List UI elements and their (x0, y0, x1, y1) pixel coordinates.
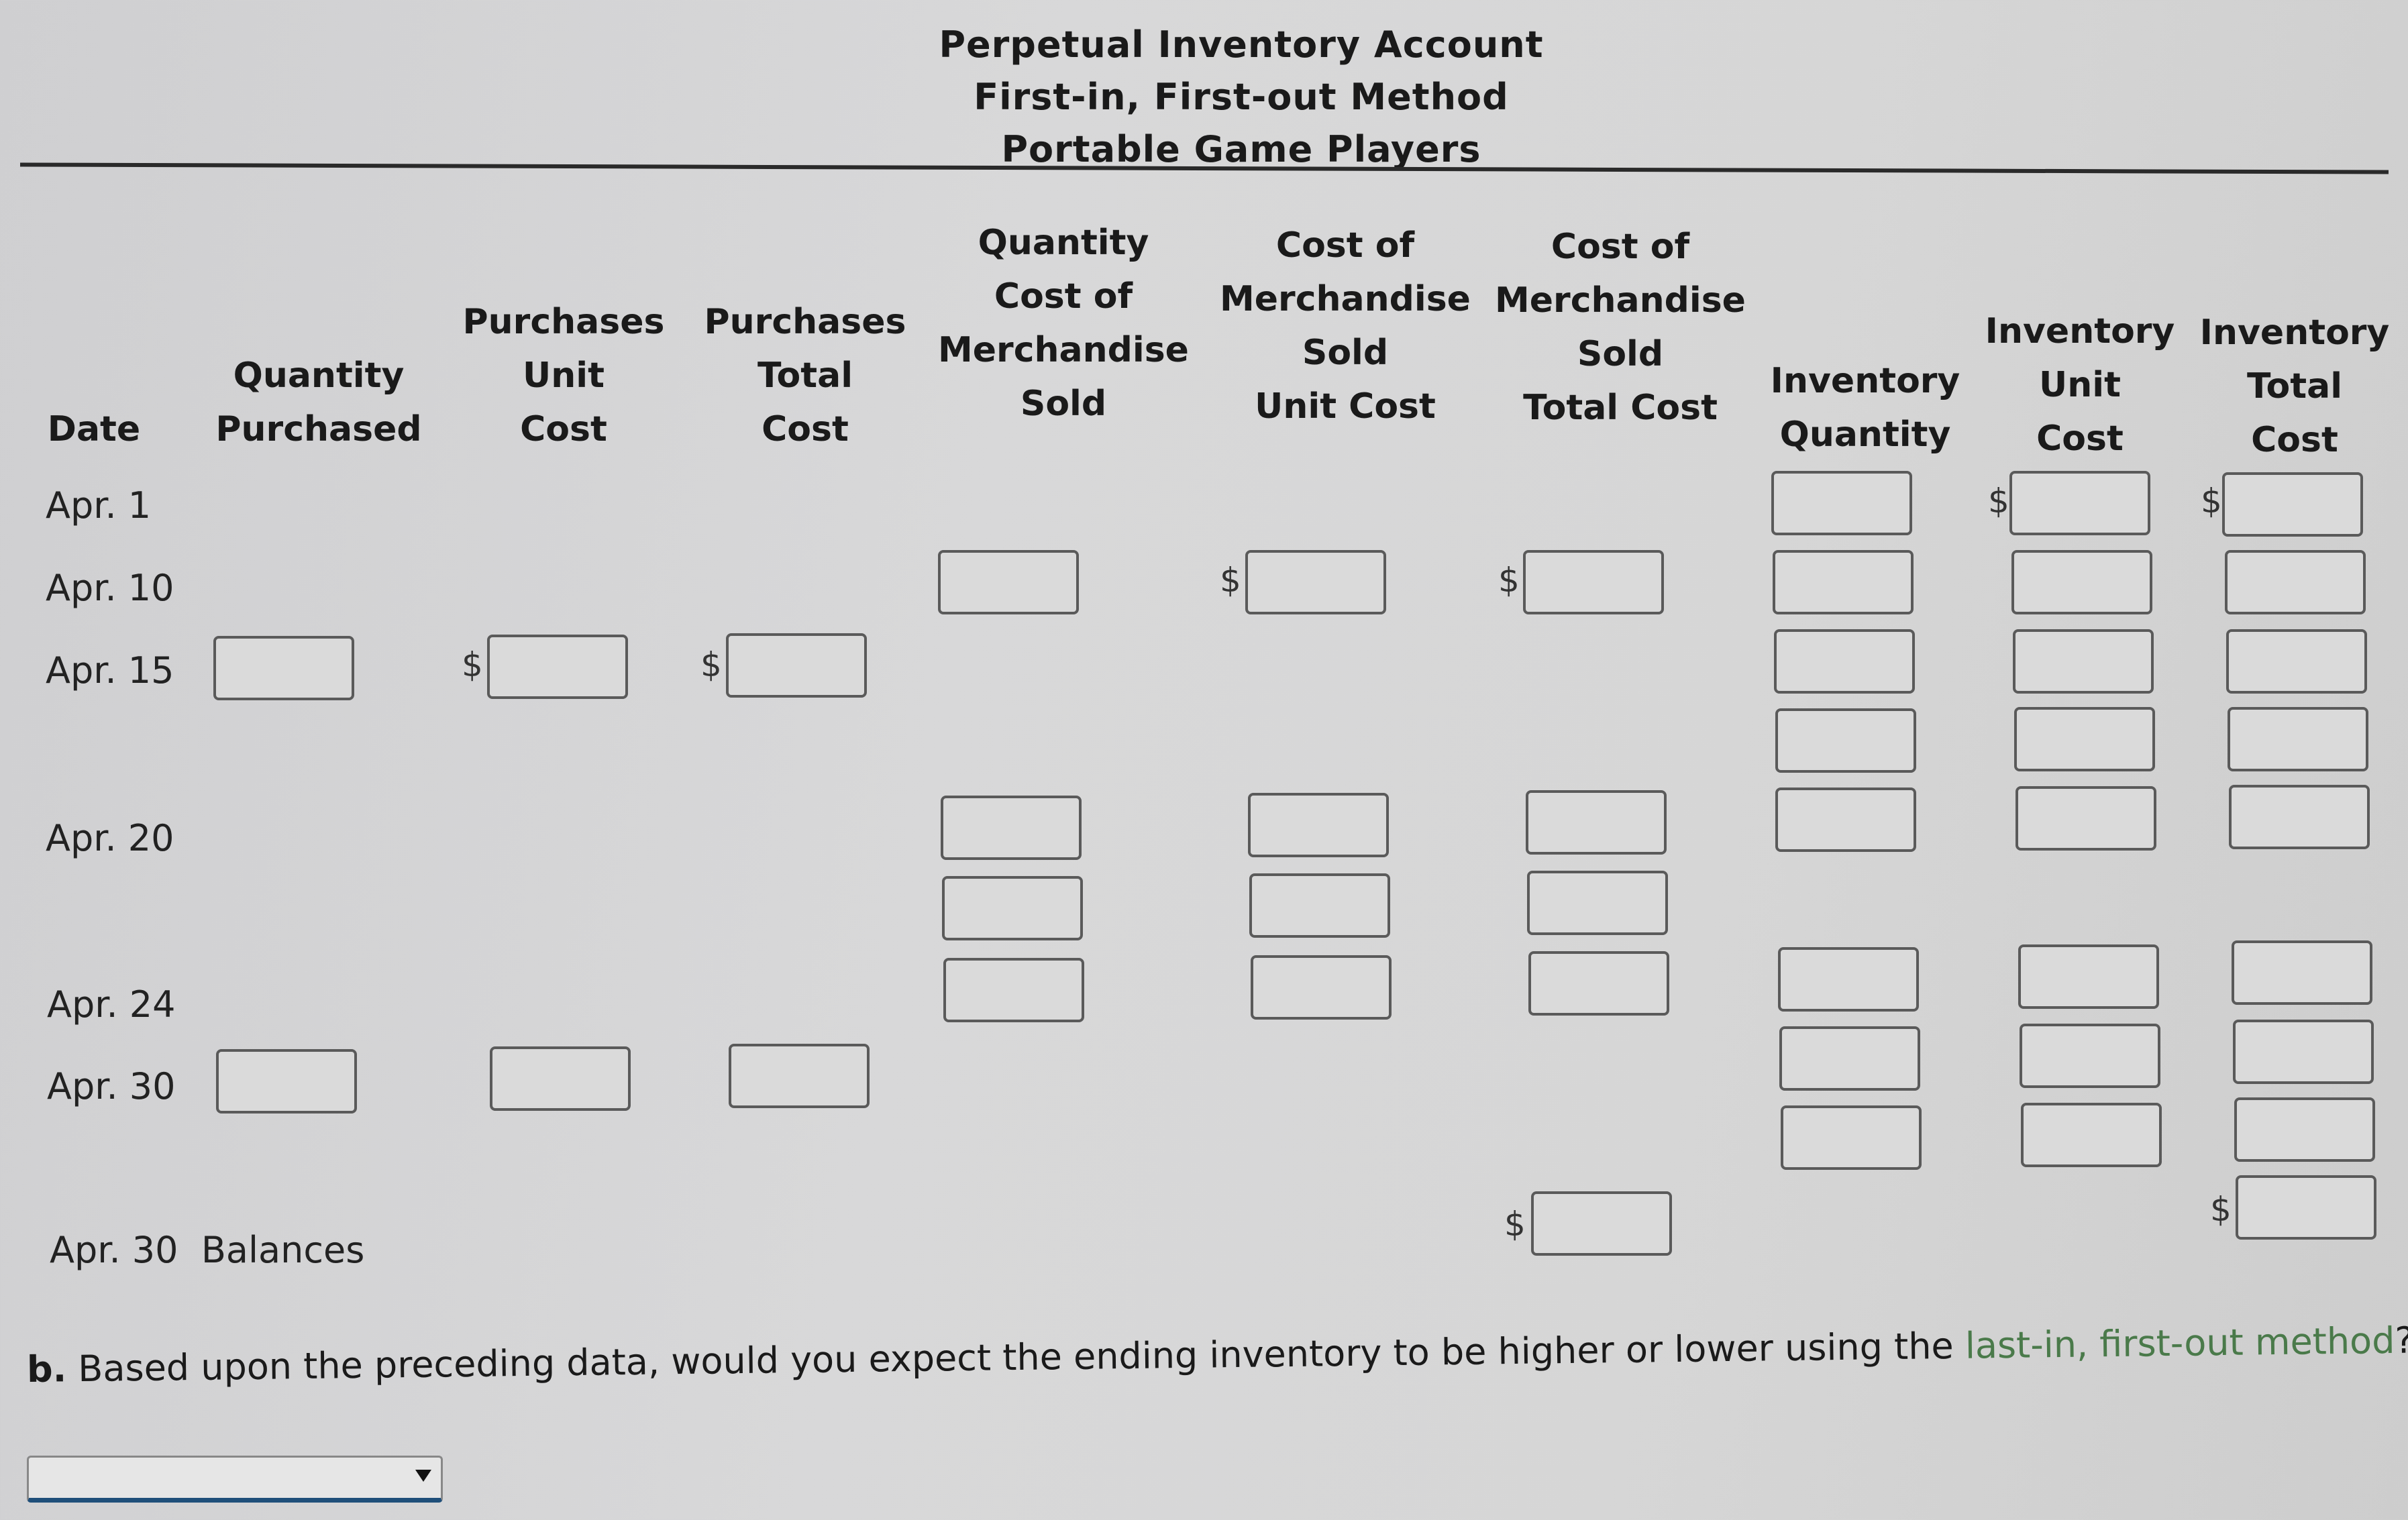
row-date-balances: Apr. 30 Balances (50, 1229, 365, 1271)
header-cogs-unit-cost: Cost of Merchandise Sold Unit Cost (1220, 225, 1471, 427)
header-purchases-unit-cost: Purchases Unit Cost (462, 302, 665, 449)
title-line-1: Perpetual Inventory Account (939, 23, 1544, 66)
apr15-inventory-quantity-input-1[interactable] (1774, 629, 1915, 694)
balances-cogs-total-cost-input[interactable] (1531, 1191, 1672, 1256)
row-date-apr-30: Apr. 30 (47, 1065, 176, 1107)
apr30-inventory-quantity-input-1[interactable] (1779, 1026, 1920, 1091)
dollar-sign: $ (1988, 482, 2009, 521)
apr24-quantity-cogs-input[interactable] (943, 958, 1084, 1022)
apr15-purchases-total-cost-input[interactable] (726, 633, 867, 698)
apr20-cogs-unit-cost-input-2[interactable] (1249, 873, 1390, 938)
apr20-cogs-total-cost-input-1[interactable] (1526, 790, 1667, 855)
apr10-inventory-total-cost-input[interactable] (2225, 550, 2366, 614)
apr30-inventory-unit-cost-input-1[interactable] (2020, 1024, 2160, 1088)
question-b: b. Based upon the preceding data, would … (26, 1319, 2408, 1391)
row-date-apr-20: Apr. 20 (46, 817, 174, 859)
dollar-sign: $ (1504, 1205, 1526, 1244)
question-text: Based upon the preceding data, would you… (66, 1324, 1966, 1391)
header-quantity-cogs: Quantity Cost of Merchandise Sold (938, 223, 1189, 424)
apr20-inventory-quantity-input[interactable] (1775, 788, 1916, 852)
apr30-purchases-total-cost-input[interactable] (729, 1044, 870, 1108)
apr10-inventory-unit-cost-input[interactable] (2011, 550, 2152, 614)
header-inventory-quantity: Inventory Quantity (1770, 361, 1960, 455)
apr20-inventory-unit-cost-input[interactable] (2016, 786, 2156, 851)
header-inventory-unit-cost: Inventory Unit Cost (1985, 311, 2175, 459)
chevron-down-icon (415, 1470, 431, 1482)
apr15-quantity-purchased-input[interactable] (213, 636, 354, 700)
apr30-inventory-total-cost-input-1[interactable] (2233, 1020, 2374, 1084)
apr1-inventory-quantity-input[interactable] (1771, 471, 1912, 535)
apr24-inventory-total-cost-input[interactable] (2232, 940, 2372, 1005)
title-line-2: First-in, First-out Method (974, 76, 1509, 118)
apr15-inventory-total-cost-input-1[interactable] (2226, 629, 2367, 694)
dollar-sign: $ (1220, 561, 1241, 600)
apr10-inventory-quantity-input[interactable] (1773, 550, 1914, 614)
header-quantity-purchased: Quantity Purchased (215, 356, 422, 449)
lifo-link[interactable]: last-in, first-out method (1965, 1319, 2395, 1367)
apr30-inventory-total-cost-input-2[interactable] (2234, 1097, 2375, 1162)
row-date-apr-10: Apr. 10 (46, 567, 174, 609)
apr1-inventory-total-cost-input[interactable] (2222, 472, 2363, 537)
apr20-cogs-total-cost-input-2[interactable] (1527, 871, 1668, 935)
row-date-apr-1: Apr. 1 (46, 484, 152, 527)
apr15-inventory-quantity-input-2[interactable] (1775, 708, 1916, 773)
dollar-sign: $ (1498, 561, 1520, 600)
balances-inventory-total-cost-input[interactable] (2236, 1175, 2376, 1240)
dollar-sign: $ (2210, 1190, 2232, 1229)
header-inventory-total-cost: Inventory Total Cost (2199, 313, 2390, 460)
apr24-cogs-total-cost-input[interactable] (1528, 951, 1669, 1016)
question-label: b. (26, 1348, 67, 1391)
apr24-cogs-unit-cost-input[interactable] (1251, 955, 1392, 1020)
dollar-sign: $ (462, 645, 483, 684)
apr30-quantity-purchased-input[interactable] (216, 1049, 357, 1114)
apr15-inventory-total-cost-input-2[interactable] (2228, 707, 2368, 771)
dollar-sign: $ (700, 645, 722, 684)
apr10-quantity-cogs-input[interactable] (938, 550, 1079, 614)
apr15-inventory-unit-cost-input-2[interactable] (2014, 707, 2155, 771)
apr10-cogs-unit-cost-input[interactable] (1245, 550, 1386, 614)
title-block: Perpetual Inventory Account First-in, Fi… (0, 19, 2408, 176)
header-purchases-total-cost: Purchases Total Cost (704, 302, 906, 449)
apr15-inventory-unit-cost-input-1[interactable] (2013, 629, 2154, 694)
apr15-purchases-unit-cost-input[interactable] (487, 635, 628, 699)
apr20-inventory-total-cost-input[interactable] (2229, 785, 2370, 849)
apr24-inventory-unit-cost-input[interactable] (2018, 944, 2159, 1009)
apr24-inventory-quantity-input[interactable] (1778, 947, 1919, 1012)
apr1-inventory-unit-cost-input[interactable] (2009, 471, 2150, 535)
header-date: Date (47, 409, 141, 449)
row-date-apr-15: Apr. 15 (46, 649, 174, 692)
row-date-apr-24: Apr. 24 (47, 983, 176, 1026)
apr20-quantity-cogs-input-1[interactable] (941, 796, 1082, 860)
apr30-inventory-quantity-input-2[interactable] (1781, 1105, 1922, 1170)
apr30-purchases-unit-cost-input[interactable] (490, 1046, 631, 1111)
apr30-inventory-unit-cost-input-2[interactable] (2021, 1103, 2162, 1167)
apr20-quantity-cogs-input-2[interactable] (942, 876, 1083, 940)
header-cogs-total-cost: Cost of Merchandise Sold Total Cost (1495, 227, 1746, 428)
apr20-cogs-unit-cost-input-1[interactable] (1248, 793, 1389, 857)
apr10-cogs-total-cost-input[interactable] (1523, 550, 1664, 614)
dollar-sign: $ (2201, 482, 2222, 521)
higher-lower-select[interactable] (27, 1456, 443, 1503)
